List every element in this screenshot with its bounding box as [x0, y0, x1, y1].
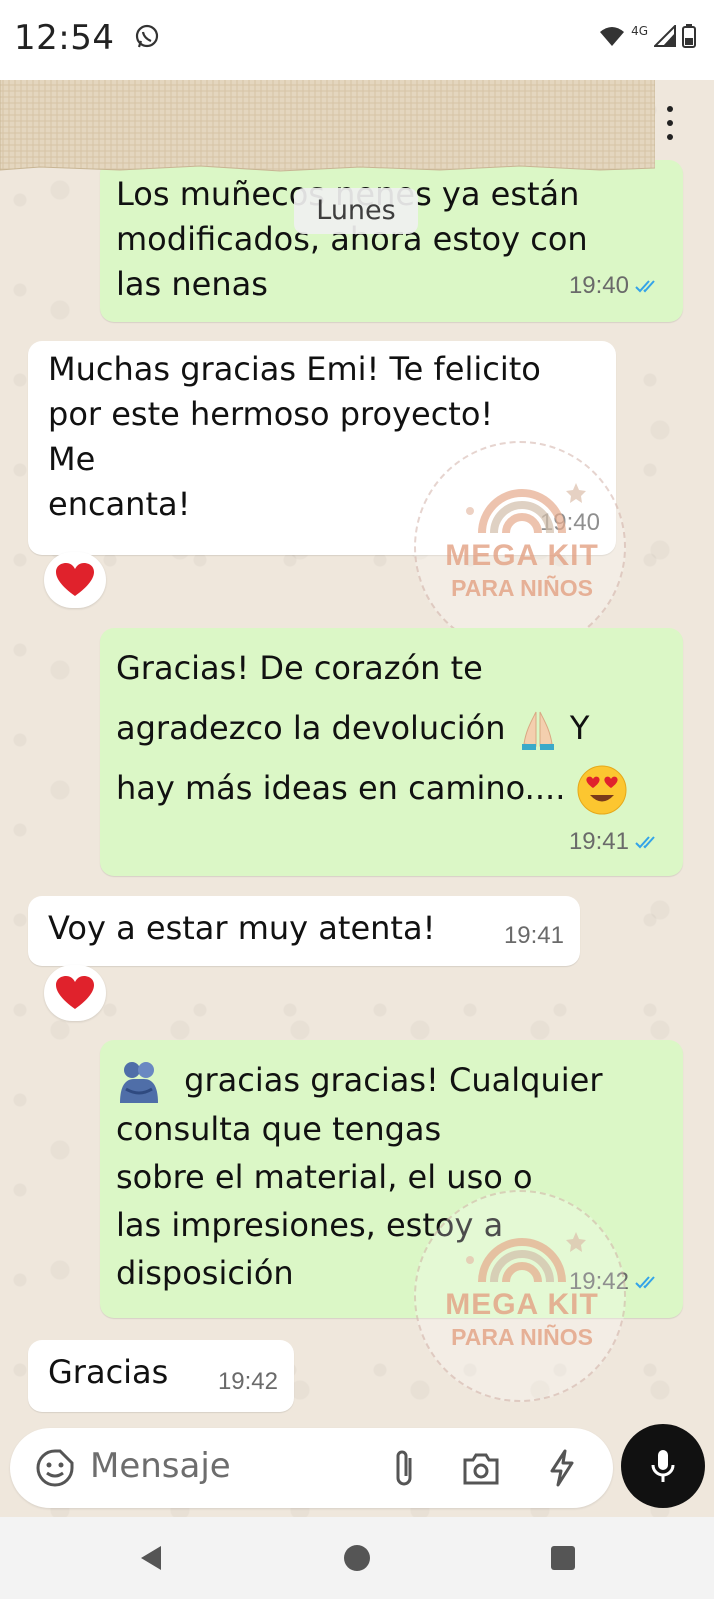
message-incoming-1[interactable]: Muchas gracias Emi! Te felicito por este… [28, 341, 616, 555]
message-outgoing-1[interactable]: Los muñecos nenes ya están modificados, … [100, 160, 683, 322]
message-line: Voy a estar muy atenta! [48, 909, 436, 947]
folded-hands-emoji-icon [521, 711, 554, 750]
message-time: 19:42 [569, 1259, 663, 1304]
people-hugging-emoji-icon [120, 1062, 158, 1103]
dot [667, 134, 673, 140]
message-text: hay más ideas en camino.... [116, 769, 566, 807]
date-chip: Lunes [294, 188, 418, 234]
read-receipt-icon [635, 279, 655, 292]
message-text: gracias gracias! Cualquier [184, 1061, 603, 1099]
message-line: las nenas [116, 265, 268, 303]
network-type: 4G [631, 24, 648, 38]
message-line: por este hermoso proyecto! [48, 395, 494, 433]
microphone-button[interactable] [621, 1424, 705, 1508]
lightning-icon[interactable] [548, 1449, 576, 1487]
timestamp: 19:41 [503, 922, 564, 949]
message-outgoing-3[interactable]: gracias gracias! Cualquier consulta que … [100, 1040, 683, 1318]
message-line-with-emoji: gracias gracias! Cualquier [116, 1056, 602, 1105]
paperclip-icon[interactable] [390, 1448, 420, 1488]
status-time: 12:54 [14, 18, 115, 58]
signal-icon [654, 25, 676, 47]
message-time: 19:41 [504, 913, 564, 958]
whatsapp-notification-icon [135, 24, 159, 48]
microphone-icon [651, 1450, 675, 1482]
reaction-heart[interactable] [44, 965, 106, 1021]
heart-emoji-icon [56, 563, 94, 596]
message-input[interactable]: Mensaje [90, 1446, 231, 1486]
message-time: 19:40 [569, 263, 663, 308]
read-receipt-icon [635, 1275, 655, 1288]
message-line: Gracias! De corazón te [116, 649, 483, 687]
status-bar: 12:54 4G [0, 0, 714, 80]
timestamp: 19:42 [217, 1368, 278, 1395]
timestamp: 19:40 [539, 509, 600, 536]
dot [667, 120, 673, 126]
message-line: sobre el material, el uso o [116, 1158, 533, 1196]
home-icon[interactable] [343, 1544, 371, 1572]
system-navigation-bar [0, 1517, 714, 1599]
heart-eyes-emoji-icon [577, 765, 627, 815]
sticker-smiley-icon[interactable] [36, 1449, 74, 1487]
message-time: 19:41 [569, 819, 663, 864]
recent-apps-icon[interactable] [550, 1545, 576, 1571]
message-text: Y [569, 709, 590, 747]
message-composer: Mensaje [10, 1428, 613, 1508]
timestamp: 19:40 [568, 272, 629, 299]
message-line: disposición [116, 1254, 294, 1292]
message-time: 19:42 [218, 1359, 278, 1404]
message-incoming-3[interactable]: Gracias 19:42 [28, 1340, 294, 1412]
message-line-with-emoji: agradezco la devolución Y [116, 698, 628, 758]
message-line: encanta! [48, 485, 191, 523]
message-line: las impresiones, estoy a [116, 1206, 504, 1244]
wifi-icon [600, 27, 625, 46]
system-icons: 4G [599, 24, 696, 48]
more-options-button[interactable] [662, 106, 678, 140]
timestamp: 19:42 [568, 1268, 629, 1295]
reaction-heart[interactable] [44, 552, 106, 608]
message-line: Muchas gracias Emi! Te felicito [48, 350, 541, 388]
read-receipt-icon [635, 835, 655, 848]
heart-emoji-icon [56, 976, 94, 1009]
message-line: Gracias [48, 1353, 169, 1391]
message-incoming-2[interactable]: Voy a estar muy atenta! 19:41 [28, 896, 580, 966]
message-line: Me [48, 440, 96, 478]
timestamp: 19:41 [568, 828, 629, 855]
battery-icon [682, 24, 696, 48]
message-line: consulta que tengas [116, 1110, 442, 1148]
message-time: 19:40 [540, 500, 600, 545]
camera-icon[interactable] [462, 1452, 500, 1486]
message-text: agradezco la devolución [116, 709, 506, 747]
message-outgoing-2[interactable]: Gracias! De corazón te agradezco la devo… [100, 628, 683, 876]
dot [667, 106, 673, 112]
message-line-with-emoji: hay más ideas en camino.... [116, 758, 628, 818]
back-icon[interactable] [137, 1544, 165, 1572]
